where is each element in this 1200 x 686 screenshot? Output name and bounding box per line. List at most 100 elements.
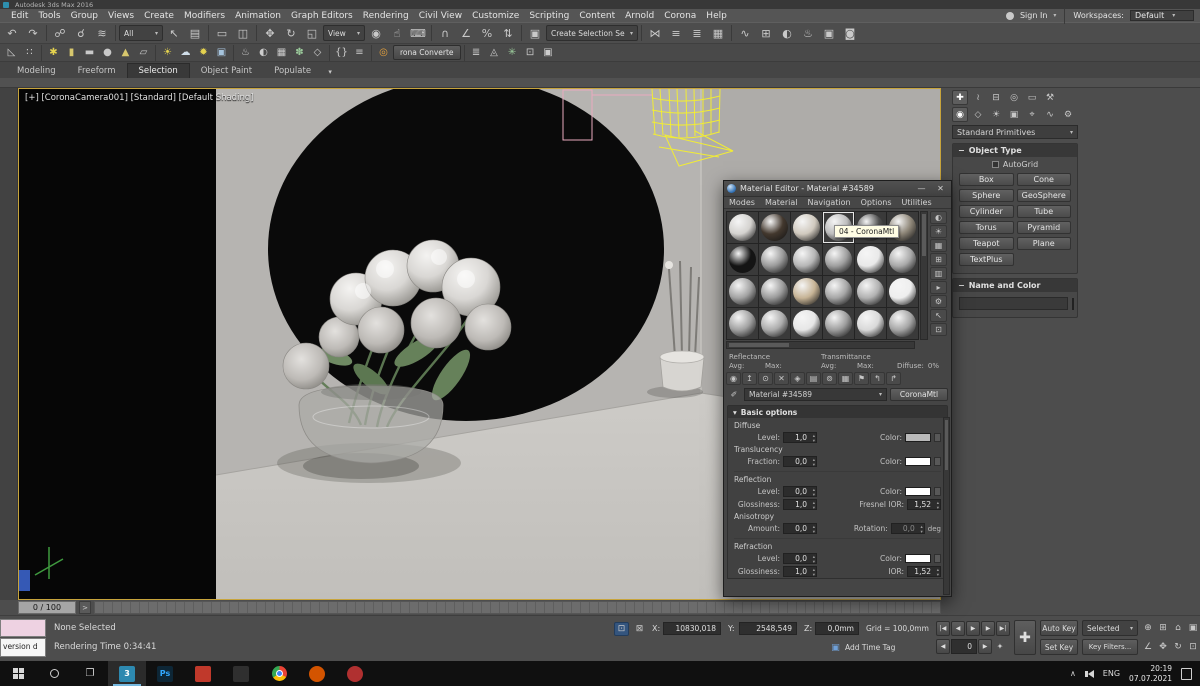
menu-views[interactable]: Views	[103, 11, 139, 21]
hierarchy-tab[interactable]: ⊟	[988, 90, 1004, 105]
sample-type-icon[interactable]: ◐	[930, 211, 947, 224]
refraction-level-spinner[interactable]: 0,0	[783, 553, 817, 565]
reflection-color-swatch[interactable]	[905, 487, 931, 496]
background-icon[interactable]: ▦	[930, 239, 947, 252]
material-name-dropdown[interactable]: Material #34589 ▾	[744, 388, 887, 401]
select-by-material-icon[interactable]: ↖	[930, 309, 947, 322]
diffuse-color-swatch[interactable]	[905, 433, 931, 442]
taskbar-app-photoshop[interactable]: Ps	[146, 661, 184, 686]
angle-helper-icon[interactable]: ◺	[3, 45, 20, 60]
sphere-primitive-icon[interactable]: ●	[99, 45, 116, 60]
show-map-in-viewport-icon[interactable]: ▦	[838, 372, 853, 385]
material-swatch-22[interactable]	[855, 308, 886, 339]
camera-icon[interactable]: ▣	[213, 45, 230, 60]
menu-edit[interactable]: Edit	[6, 11, 33, 21]
assign-to-selection-icon[interactable]: ⊙	[758, 372, 773, 385]
z-coordinate-field[interactable]: 0,0mm	[815, 622, 859, 635]
search-button[interactable]	[36, 661, 72, 686]
material-swatch-0[interactable]	[727, 212, 758, 243]
options-icon[interactable]: ⚙	[930, 295, 947, 308]
menu-modifiers[interactable]: Modifiers	[179, 11, 230, 21]
script-braces-icon[interactable]: {}	[333, 45, 350, 60]
menu-arnold[interactable]: Arnold	[620, 11, 659, 21]
backlight-icon[interactable]: ☀	[930, 225, 947, 238]
create-key-plus-button[interactable]: ✚	[1014, 620, 1036, 655]
material-swatch-15[interactable]	[823, 276, 854, 307]
object-type-rollout-header[interactable]: − Object Type	[953, 144, 1077, 157]
close-icon[interactable]: ✕	[933, 183, 948, 195]
select-and-rotate-icon[interactable]: ↻	[281, 24, 301, 43]
menu-scripting[interactable]: Scripting	[524, 11, 574, 21]
redo-icon[interactable]: ↷	[23, 24, 43, 43]
bind-to-space-warp-icon[interactable]: ≋	[92, 24, 112, 43]
minimize-icon[interactable]: —	[914, 183, 929, 195]
video-color-check-icon[interactable]: ▥	[930, 267, 947, 280]
material-ball-icon[interactable]: ◐	[255, 45, 272, 60]
rectangular-selection-region-icon[interactable]: ▭	[212, 24, 232, 43]
checker-map-icon[interactable]: ▦	[273, 45, 290, 60]
ribbon-collapsed-strip[interactable]	[0, 78, 1200, 88]
material-editor-menu-utilities[interactable]: Utilities	[897, 198, 937, 207]
menu-create[interactable]: Create	[139, 11, 179, 21]
orbit-icon[interactable]: ↻	[1171, 638, 1185, 656]
corona-lister-icon[interactable]: ≣	[468, 45, 485, 60]
maxscript-mini-listener[interactable]: version d	[0, 638, 46, 657]
put-to-library-icon[interactable]: ▤	[806, 372, 821, 385]
material-editor-menu-navigation[interactable]: Navigation	[802, 198, 855, 207]
ribbon-tab-object-paint[interactable]: Object Paint	[190, 64, 263, 78]
reset-map-icon[interactable]: ✕	[774, 372, 789, 385]
menu-rendering[interactable]: Rendering	[358, 11, 414, 21]
layer-manager-icon[interactable]: ≣	[687, 24, 707, 43]
align-icon[interactable]: ≡	[666, 24, 686, 43]
menu-civil-view[interactable]: Civil View	[414, 11, 467, 21]
previous-frame-button[interactable]: ◀	[951, 621, 965, 636]
corona-scatter-icon[interactable]: ✳	[504, 45, 521, 60]
put-to-scene-icon[interactable]: ↥	[742, 372, 757, 385]
add-time-tag[interactable]: Add Time Tag	[845, 643, 895, 652]
select-and-move-icon[interactable]: ✥	[260, 24, 280, 43]
menu-customize[interactable]: Customize	[467, 11, 524, 21]
reflection-level-spinner[interactable]: 0,0	[783, 486, 817, 498]
object-type-pyramid-button[interactable]: Pyramid	[1016, 221, 1071, 234]
object-type-cylinder-button[interactable]: Cylinder	[959, 205, 1014, 218]
action-center-icon[interactable]	[1181, 667, 1192, 680]
listener-icon[interactable]: ≡	[351, 45, 368, 60]
material-editor-menu-options[interactable]: Options	[856, 198, 897, 207]
translucency-color-swatch[interactable]	[905, 457, 931, 466]
pick-material-eyedropper-icon[interactable]: ✐	[727, 388, 741, 401]
object-name-input[interactable]	[959, 297, 1068, 310]
isolate-selection-icon[interactable]: ⊡	[614, 622, 629, 636]
time-slider-frame-display[interactable]: 0 / 100	[18, 601, 76, 614]
window-crossing-toggle-icon[interactable]: ◫	[233, 24, 253, 43]
set-key-button[interactable]: Set Key	[1040, 639, 1078, 655]
material-swatch-9[interactable]	[823, 244, 854, 275]
material-swatch-8[interactable]	[791, 244, 822, 275]
refraction-glossiness-spinner[interactable]: 1,0	[783, 566, 817, 578]
select-by-name-icon[interactable]: ▤	[185, 24, 205, 43]
use-pivot-point-icon[interactable]: ◉	[366, 24, 386, 43]
render-region-icon[interactable]: ⊡	[522, 45, 539, 60]
ribbon-tab-populate[interactable]: Populate	[263, 64, 322, 78]
material-swatch-10[interactable]	[855, 244, 886, 275]
schematic-view-icon[interactable]: ⊞	[756, 24, 776, 43]
render-production-icon[interactable]: ◙	[840, 24, 860, 43]
go-to-end-button[interactable]: ▶|	[996, 621, 1010, 636]
maximize-viewport-icon[interactable]: ⊡	[1186, 638, 1200, 656]
menu-group[interactable]: Group	[66, 11, 103, 21]
pan-icon[interactable]: ✥	[1156, 638, 1170, 656]
angle-snap-icon[interactable]: ∠	[456, 24, 476, 43]
frame-buffer-icon[interactable]: ▣	[540, 45, 557, 60]
material-swatch-17[interactable]	[887, 276, 918, 307]
material-swatch-23[interactable]	[887, 308, 918, 339]
plane-primitive-icon[interactable]: ▱	[135, 45, 152, 60]
teapot-render-icon[interactable]: ♨	[237, 45, 254, 60]
sign-in-caret-icon[interactable]: ▾	[1053, 12, 1056, 19]
spinner-snap-icon[interactable]: ⇅	[498, 24, 518, 43]
next-key-button[interactable]: ▶	[978, 639, 992, 654]
menu-animation[interactable]: Animation	[230, 11, 286, 21]
object-type-teapot-button[interactable]: Teapot	[959, 237, 1014, 250]
cameras-tab[interactable]: ▣	[1006, 107, 1022, 122]
graphite-ribbon-toggle-icon[interactable]: ▦	[708, 24, 728, 43]
taskbar-app-3dsmax[interactable]: 3	[108, 661, 146, 686]
material-swatch-18[interactable]	[727, 308, 758, 339]
